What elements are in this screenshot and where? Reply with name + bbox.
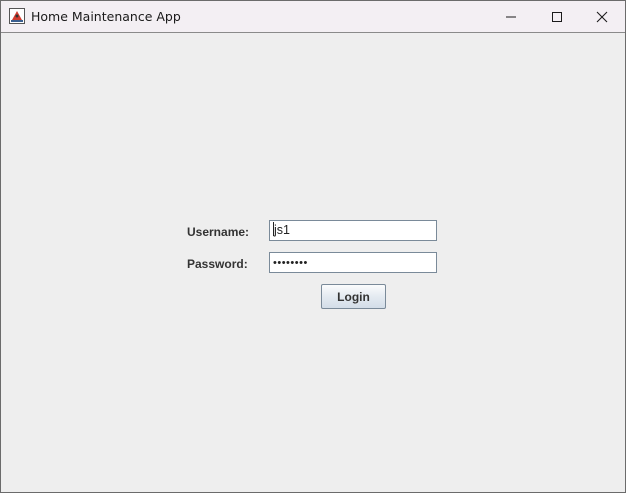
login-button[interactable]: Login <box>321 284 386 309</box>
username-label: Username: <box>187 225 250 239</box>
password-field[interactable]: •••••••• <box>269 252 437 273</box>
java-app-icon <box>9 8 25 24</box>
close-button[interactable] <box>579 1 625 32</box>
maximize-icon <box>551 11 563 23</box>
close-icon <box>596 11 608 23</box>
minimize-icon <box>505 11 517 23</box>
title-bar[interactable]: Home Maintenance App <box>1 1 625 33</box>
password-masked-value: •••••••• <box>273 257 308 269</box>
username-field[interactable]: js1 <box>269 220 437 241</box>
app-window: Home Maintenance App Username: js1 Passw… <box>0 0 626 493</box>
maximize-button[interactable] <box>534 1 580 32</box>
login-button-label: Login <box>337 289 370 304</box>
login-panel: Username: js1 Password: •••••••• Login <box>1 33 625 492</box>
password-label: Password: <box>187 257 248 271</box>
username-value: js1 <box>274 223 290 237</box>
window-title: Home Maintenance App <box>31 9 181 24</box>
minimize-button[interactable] <box>488 1 534 32</box>
